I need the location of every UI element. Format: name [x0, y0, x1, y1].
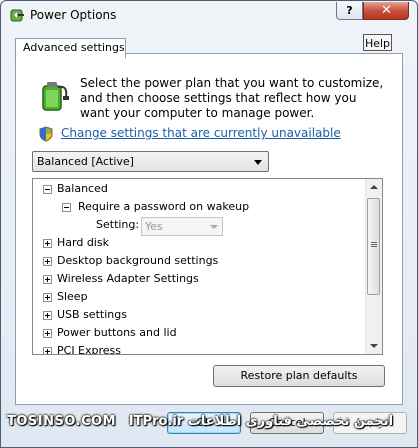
setting-label: Setting:: [96, 218, 140, 231]
expand-icon[interactable]: [43, 347, 52, 354]
window-title: Power Options: [30, 8, 117, 22]
settings-tree[interactable]: Balanced Require a password on wakeup Ha…: [32, 178, 383, 355]
tree-item-label: Wireless Adapter Settings: [57, 272, 199, 285]
chevron-down-icon: [210, 225, 218, 229]
expand-icon[interactable]: [43, 293, 52, 302]
plan-description: Select the power plan that you want to c…: [80, 76, 384, 120]
change-settings-link[interactable]: Change settings that are currently unava…: [61, 126, 341, 140]
tab-advanced-settings[interactable]: Advanced settings: [15, 38, 126, 58]
help-title-button[interactable]: ?: [336, 2, 363, 20]
tree-item-label: Require a password on wakeup: [78, 200, 250, 213]
close-icon: ✕: [381, 3, 392, 18]
setting-value: Yes: [145, 220, 163, 233]
power-plan-value: Balanced [Active]: [37, 155, 134, 168]
grip-icon: [371, 242, 377, 243]
help-button[interactable]: Help: [363, 34, 392, 51]
power-options-window: Power Options ? ✕ Advanced settings Help…: [0, 0, 418, 448]
watermark-left: TOSINSO.COM: [7, 414, 117, 429]
scroll-up-icon[interactable]: [366, 179, 382, 196]
setting-value-dropdown[interactable]: Yes: [141, 217, 223, 236]
power-plan-dropdown[interactable]: Balanced [Active]: [32, 151, 269, 172]
collapse-icon[interactable]: [62, 203, 71, 212]
expand-icon[interactable]: [43, 275, 52, 284]
tree-item-label: Balanced: [57, 182, 108, 195]
restore-defaults-button[interactable]: Restore plan defaults: [213, 365, 385, 387]
battery-icon: [42, 82, 69, 111]
tree-item-label: PCI Express: [57, 344, 122, 355]
expand-icon[interactable]: [43, 329, 52, 338]
collapse-icon[interactable]: [43, 185, 52, 194]
expand-icon[interactable]: [43, 257, 52, 266]
chevron-down-icon: [254, 160, 262, 165]
scroll-down-icon[interactable]: [366, 337, 382, 354]
watermark-right: انجمن تخصصی فناوری اطلاعات ITPro.ir: [128, 414, 394, 429]
tree-item-label: Sleep: [57, 290, 88, 303]
title-bar[interactable]: Power Options ? ✕: [1, 1, 417, 31]
tree-item-label: Desktop background settings: [57, 254, 219, 267]
tree-item-label: Hard disk: [57, 236, 109, 249]
tree-item-label: USB settings: [57, 308, 127, 321]
close-button[interactable]: ✕: [363, 2, 409, 20]
tree-scrollbar[interactable]: [365, 179, 382, 354]
power-options-icon: [10, 9, 24, 22]
tree-item-label: Power buttons and lid: [57, 326, 177, 339]
expand-icon[interactable]: [43, 239, 52, 248]
scroll-thumb[interactable]: [367, 198, 380, 295]
expand-icon[interactable]: [43, 311, 52, 320]
uac-shield-icon: [39, 126, 53, 142]
